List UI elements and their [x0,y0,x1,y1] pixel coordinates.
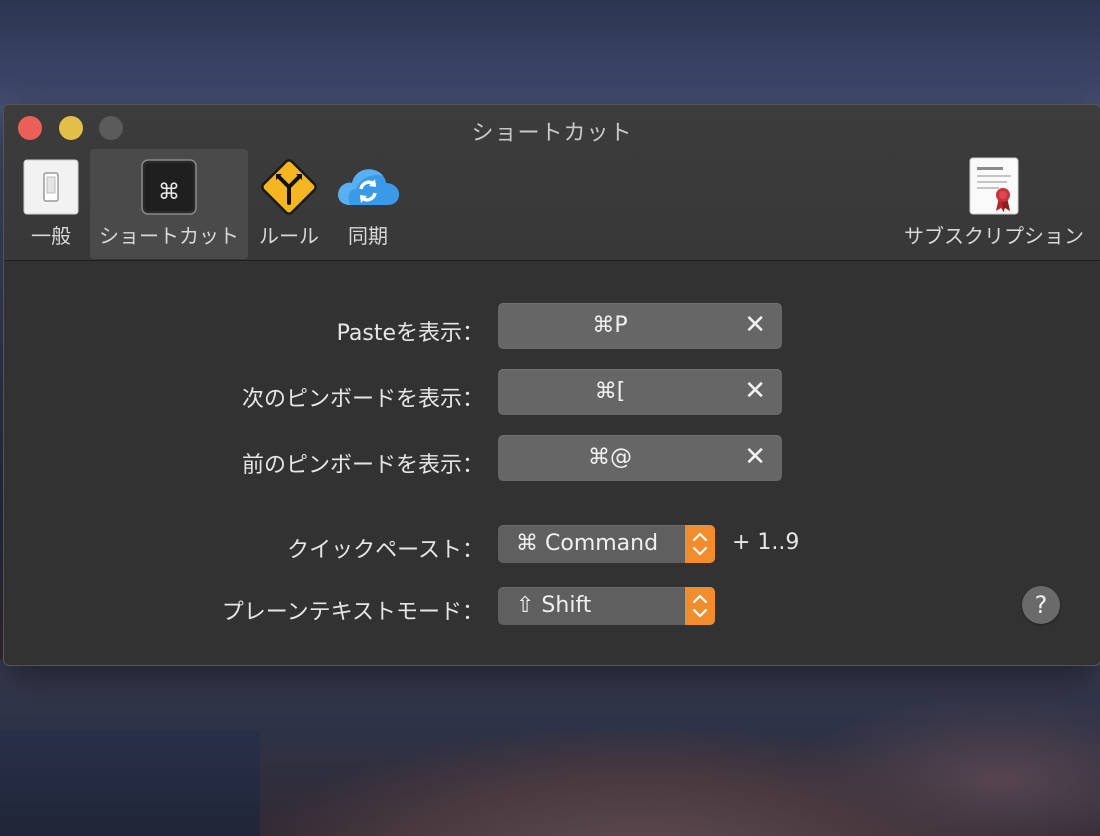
next-pinboard-shortcut-field[interactable]: ⌘[ ✕ [498,369,782,415]
desktop-wallpaper-sea [0,730,260,836]
chevron-up-down-icon [685,525,715,563]
switch-icon [23,159,79,220]
preferences-window: ショートカット 一般 ⌘ ショートカット ルール 同期 サブスクリプション Pa… [3,104,1100,666]
tab-general[interactable]: 一般 [18,149,84,259]
tab-rules-label: ルール [259,224,319,248]
tab-sync-label: 同期 [348,224,388,248]
show-paste-shortcut-field[interactable]: ⌘P ✕ [498,303,782,349]
tab-shortcuts-label: ショートカット [99,224,239,248]
clear-shortcut-icon[interactable]: ✕ [744,311,766,339]
tab-general-label: 一般 [31,224,71,248]
certificate-icon [969,157,1019,220]
command-key-icon: ⌘ [141,159,197,220]
tab-shortcuts[interactable]: ⌘ ショートカット [90,149,248,259]
road-sign-icon [255,153,323,226]
tab-subscription-label: サブスクリプション [904,224,1084,248]
next-pinboard-label: 次のピンボードを表示： [241,387,484,412]
icloud-sync-icon [334,161,402,216]
tab-rules[interactable]: ルール [254,149,324,259]
quick-paste-modifier-value: ⌘ Command [516,531,659,556]
chevron-up-down-icon [685,587,715,625]
show-paste-shortcut-value: ⌘P [592,313,628,338]
tab-sync[interactable]: 同期 [332,149,404,259]
tab-subscription[interactable]: サブスクリプション [900,149,1088,259]
command-glyph: ⌘ [158,180,180,205]
quick-paste-range: + 1..9 [732,530,800,555]
clear-shortcut-icon[interactable]: ✕ [744,377,766,405]
show-paste-label: Pasteを表示： [336,321,484,346]
plain-text-modifier-value: ⇧ Shift [516,593,592,618]
previous-pinboard-shortcut-value: ⌘@ [588,445,632,470]
quick-paste-label: クイックペースト： [287,538,484,563]
next-pinboard-shortcut-value: ⌘[ [594,379,626,404]
previous-pinboard-label: 前のピンボードを表示： [241,453,484,478]
window-title: ショートカット [471,121,633,146]
help-button[interactable]: ? [1022,586,1060,624]
quick-paste-modifier-select[interactable]: ⌘ Command [498,525,715,563]
window-toolbar: ショートカット 一般 ⌘ ショートカット ルール 同期 サブスクリプション [4,105,1100,261]
plain-text-mode-label: プレーンテキストモード： [221,600,484,625]
plain-text-modifier-select[interactable]: ⇧ Shift [498,587,715,625]
clear-shortcut-icon[interactable]: ✕ [744,443,766,471]
previous-pinboard-shortcut-field[interactable]: ⌘@ ✕ [498,435,782,481]
